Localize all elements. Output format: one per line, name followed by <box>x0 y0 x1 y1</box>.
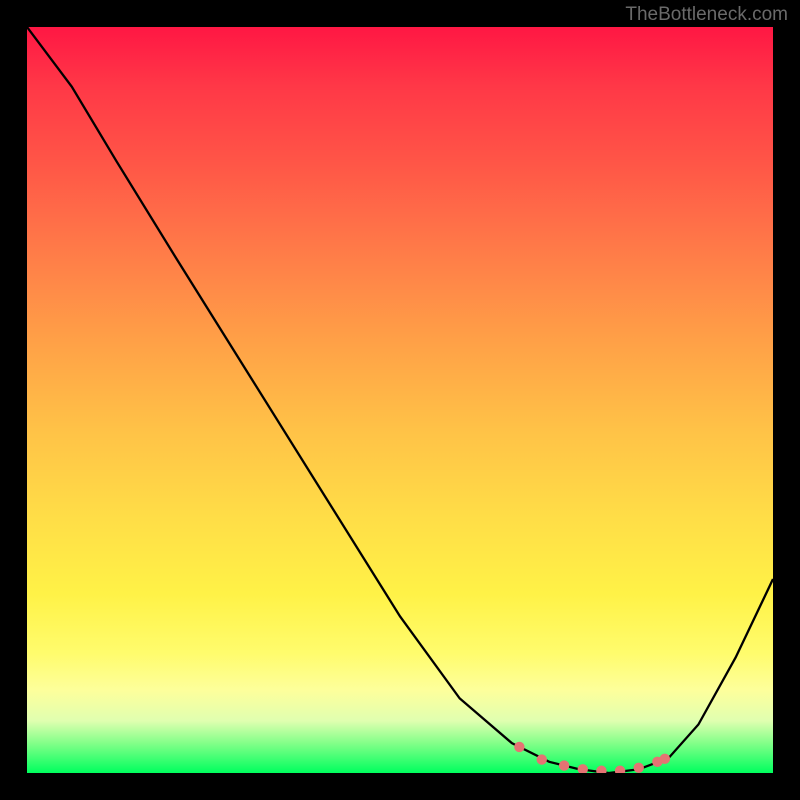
marker-dot <box>660 754 670 764</box>
chart-plot-area <box>27 27 773 773</box>
marker-dot <box>537 754 547 764</box>
bottleneck-curve <box>27 27 773 773</box>
marker-dot <box>596 766 606 773</box>
marker-dot <box>514 742 524 752</box>
marker-dot <box>615 766 625 773</box>
watermark-text: TheBottleneck.com <box>625 4 788 26</box>
chart-svg <box>27 27 773 773</box>
marker-dot <box>634 763 644 773</box>
marker-dot <box>578 764 588 773</box>
marker-dots <box>514 742 670 773</box>
marker-dot <box>559 760 569 770</box>
